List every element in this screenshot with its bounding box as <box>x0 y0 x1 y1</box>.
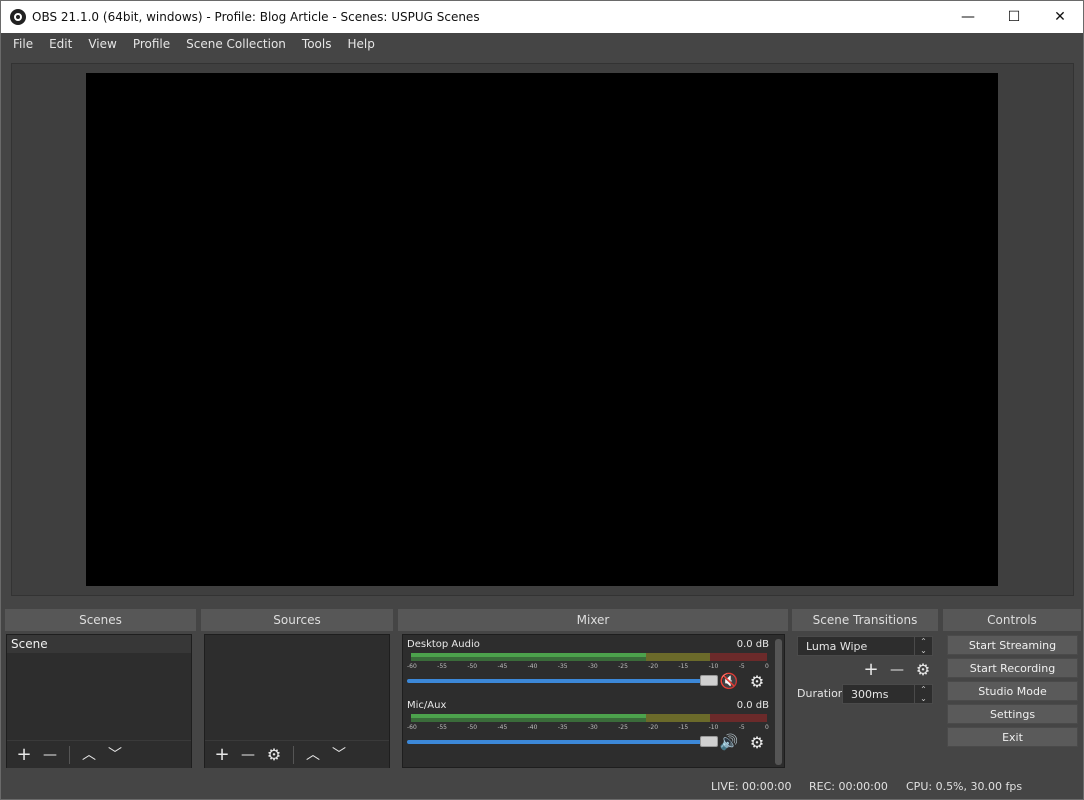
scene-item[interactable]: Scene <box>7 635 191 653</box>
scenes-dock-title: Scenes <box>5 609 196 631</box>
transitions-dock-title: Scene Transitions <box>792 609 938 631</box>
mixer-channel-mic-aux: Mic/Aux 0.0 dB -60 -55 -50 -45 -40 -35 -30 -25-… <box>407 700 769 756</box>
move-scene-down-icon[interactable]: ﹀ <box>104 744 126 766</box>
channel-db: 0.0 dB <box>736 639 769 650</box>
channel-settings-gear-icon[interactable]: ⚙ <box>747 672 767 691</box>
remove-source-minus-icon[interactable]: — <box>237 744 259 766</box>
obs-logo-icon <box>10 9 26 25</box>
chevron-updown-icon: ⌃ ⌄ <box>914 637 932 655</box>
menu-help[interactable]: Help <box>339 37 382 51</box>
scene-transitions-panel: Luma Wipe ⌃ ⌄ + — ⚙ Duration 300ms ⌃ ⌄ <box>792 634 938 768</box>
sources-list: + — ⚙ ︿ ﹀ <box>204 634 390 768</box>
scenes-toolbar: + — ︿ ﹀ <box>7 740 191 768</box>
status-rec: REC: 00:00:00 <box>809 780 888 793</box>
window-title: OBS 21.1.0 (64bit, windows) - Profile: B… <box>32 10 480 24</box>
menu-profile[interactable]: Profile <box>125 37 178 51</box>
source-properties-gear-icon[interactable]: ⚙ <box>263 744 285 766</box>
preview-area <box>11 63 1074 596</box>
start-recording-button[interactable]: Start Recording <box>947 658 1078 678</box>
menu-edit[interactable]: Edit <box>41 37 80 51</box>
channel-db: 0.0 dB <box>736 700 769 711</box>
remove-transition-minus-icon[interactable]: — <box>886 659 908 681</box>
status-cpu: CPU: 0.5%, 30.00 fps <box>906 780 1023 793</box>
transition-selected-value: Luma Wipe <box>806 639 868 653</box>
menu-file[interactable]: File <box>5 37 41 51</box>
volume-slider[interactable] <box>407 675 718 686</box>
duration-spinbox[interactable]: 300ms ⌃ ⌄ <box>842 684 933 704</box>
settings-button[interactable]: Settings <box>947 704 1078 724</box>
meter-ticks: -60 -55 -50 -45 -40 -35 -30 -25 -20 -15 -10 -5 0 <box>407 724 769 731</box>
close-button[interactable]: ✕ <box>1037 1 1083 33</box>
move-source-up-icon[interactable]: ︿ <box>302 744 324 766</box>
exit-button[interactable]: Exit <box>947 727 1078 747</box>
menu-scene-collection[interactable]: Scene Collection <box>178 37 294 51</box>
menu-bar: File Edit View Profile Scene Collection … <box>1 33 1083 55</box>
audio-mixer: Desktop Audio 0.0 dB -60 -55 -50 -45 -40 -35-… <box>402 634 785 768</box>
menu-tools[interactable]: Tools <box>294 37 340 51</box>
duration-label: Duration <box>797 687 845 700</box>
toolbar-divider <box>69 745 70 764</box>
preview-canvas[interactable] <box>86 73 998 586</box>
mixer-dock-title: Mixer <box>398 609 788 631</box>
add-transition-plus-icon[interactable]: + <box>860 659 882 681</box>
minimize-button[interactable]: — <box>945 1 991 33</box>
spin-arrows-icon: ⌃ ⌄ <box>914 685 932 703</box>
title-bar: OBS 21.1.0 (64bit, windows) - Profile: B… <box>1 1 1083 33</box>
duration-value: 300ms <box>851 687 889 701</box>
channel-settings-gear-icon[interactable]: ⚙ <box>747 733 767 752</box>
move-source-down-icon[interactable]: ﹀ <box>328 744 350 766</box>
sources-dock-title: Sources <box>201 609 393 631</box>
toolbar-divider <box>293 745 294 764</box>
volume-meter <box>411 714 767 722</box>
volume-slider-handle[interactable] <box>700 736 718 747</box>
volume-meter <box>411 653 767 661</box>
menu-view[interactable]: View <box>80 37 124 51</box>
volume-slider[interactable] <box>407 736 718 747</box>
mixer-scrollbar[interactable] <box>775 639 782 765</box>
volume-slider-handle[interactable] <box>700 675 718 686</box>
speaker-icon[interactable]: 🔊 <box>719 733 739 751</box>
add-source-plus-icon[interactable]: + <box>211 744 233 766</box>
transition-settings-gear-icon[interactable]: ⚙ <box>912 659 934 681</box>
studio-mode-button[interactable]: Studio Mode <box>947 681 1078 701</box>
obs-window: OBS 21.1.0 (64bit, windows) - Profile: B… <box>0 0 1084 800</box>
mixer-channel-desktop-audio: Desktop Audio 0.0 dB -60 -55 -50 -45 -40 -35-… <box>407 639 769 695</box>
meter-ticks: -60 -55 -50 -45 -40 -35 -30 -25 -20 -15 -10 -5 0 <box>407 663 769 670</box>
move-scene-up-icon[interactable]: ︿ <box>78 744 100 766</box>
channel-name: Mic/Aux <box>407 700 447 711</box>
maximize-button[interactable]: ☐ <box>991 1 1037 33</box>
controls-dock-title: Controls <box>943 609 1081 631</box>
start-streaming-button[interactable]: Start Streaming <box>947 635 1078 655</box>
status-live: LIVE: 00:00:00 <box>711 780 792 793</box>
scenes-list: Scene + — ︿ ﹀ <box>6 634 192 768</box>
channel-name: Desktop Audio <box>407 639 480 650</box>
transition-select[interactable]: Luma Wipe ⌃ ⌄ <box>797 636 933 656</box>
remove-scene-minus-icon[interactable]: — <box>39 744 61 766</box>
sources-toolbar: + — ⚙ ︿ ﹀ <box>205 740 389 768</box>
speaker-muted-icon[interactable]: 🔇 <box>719 672 739 690</box>
add-scene-plus-icon[interactable]: + <box>13 744 35 766</box>
